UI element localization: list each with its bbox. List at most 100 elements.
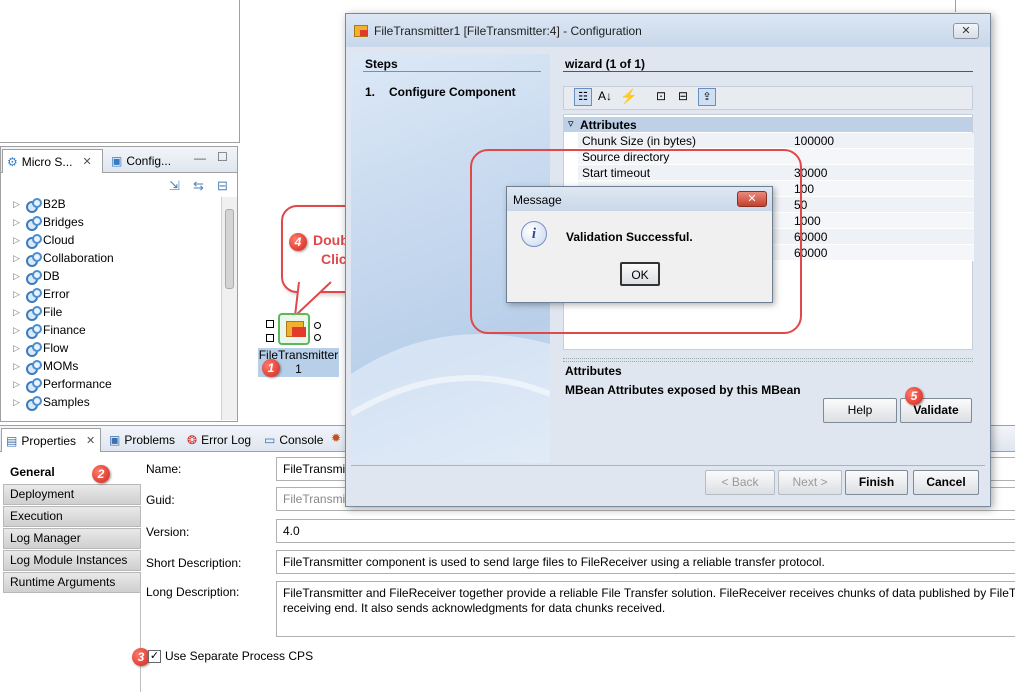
description-icon[interactable]: ⇪ [698, 88, 716, 106]
categorized-icon[interactable]: ☷ [574, 88, 592, 106]
tab-error-log[interactable]: ❂ Error Log [183, 428, 259, 452]
step-number: 1. [365, 85, 376, 99]
separate-process-checkbox[interactable]: ✓ [148, 650, 161, 663]
port-handle[interactable] [314, 322, 321, 329]
tree-scrollbar[interactable] [221, 197, 237, 420]
step-configure-component[interactable]: Configure Component [389, 85, 516, 99]
version-label: Version: [146, 525, 190, 539]
tab-problems[interactable]: ▣ Problems [105, 428, 181, 452]
micro-services-view: ⚙ Micro S... ✕ ▣ Config... — ☐ ⇲ ⇆ ⊟ ▷ B2… [0, 146, 238, 422]
tree-item[interactable]: ▷ Flow [13, 339, 68, 357]
step-badge-1: 1 [262, 359, 280, 377]
expand-arrow-icon[interactable]: ▷ [13, 199, 21, 210]
nav-runtime-arguments[interactable]: Runtime Arguments [3, 572, 141, 593]
tree-item[interactable]: ▷ Bridges [13, 213, 84, 231]
ok-button[interactable]: OK [620, 262, 660, 286]
version-field[interactable]: 4.0 [276, 519, 1015, 543]
nav-execution[interactable]: Execution [3, 506, 141, 527]
port-handle[interactable] [314, 334, 321, 341]
sort-az-icon[interactable]: A↓ [598, 89, 612, 103]
collapse-icon[interactable]: ⊟ [678, 89, 688, 103]
long-description-label: Long Description: [146, 585, 240, 599]
help-button[interactable]: Help [823, 398, 897, 423]
expand-arrow-icon[interactable]: ▷ [13, 289, 21, 300]
close-icon[interactable]: ✕ [82, 155, 91, 168]
component-icon [354, 24, 368, 37]
bug-icon[interactable]: ✹ [331, 431, 341, 445]
long-description-field[interactable]: FileTransmitter and FileReceiver togethe… [276, 581, 1015, 637]
gear-icon [25, 197, 42, 213]
micro-view-tabs: ⚙ Micro S... ✕ ▣ Config... — ☐ [1, 147, 237, 173]
nav-log-manager[interactable]: Log Manager [3, 528, 141, 549]
tree-item[interactable]: ▷ Samples [13, 393, 90, 411]
expand-arrow-icon[interactable]: ▷ [13, 361, 21, 372]
expand-icon[interactable]: ⊡ [656, 89, 666, 103]
tree-item[interactable]: ▷ Finance [13, 321, 86, 339]
tree-item[interactable]: ▷ Performance [13, 375, 112, 393]
tree-item[interactable]: ▷ Error [13, 285, 70, 303]
close-icon[interactable]: ✕ [86, 434, 95, 447]
message-text: Validation Successful. [566, 230, 693, 244]
expand-arrow-icon[interactable]: ▷ [13, 307, 21, 318]
tree-item[interactable]: ▷ Collaboration [13, 249, 114, 267]
gear-icon [25, 395, 42, 411]
dialog-titlebar: FileTransmitter1 [FileTransmitter:4] - C… [346, 14, 990, 47]
properties-icon: ▤ [6, 433, 18, 448]
gear-icon [25, 287, 42, 303]
port-handle[interactable] [266, 320, 274, 328]
tab-micro-services[interactable]: ⚙ Micro S... ✕ [2, 149, 103, 173]
tree-item[interactable]: ▷ Cloud [13, 231, 74, 249]
console-icon: ▭ [264, 433, 276, 447]
expand-arrow-icon[interactable]: ▷ [13, 379, 21, 390]
gear-icon [25, 377, 42, 393]
gear-icon [25, 215, 42, 231]
expand-arrow-icon[interactable]: ▷ [13, 343, 21, 354]
expand-arrow-icon[interactable]: ▷ [13, 397, 21, 408]
minimize-icon[interactable]: — [194, 151, 206, 165]
port-handle[interactable] [266, 334, 274, 342]
name-label: Name: [146, 462, 182, 476]
tree-item[interactable]: ▷ DB [13, 267, 60, 285]
tab-console[interactable]: ▭ Console [260, 428, 328, 452]
cancel-button[interactable]: Cancel [913, 470, 979, 495]
dialog-close-button[interactable]: ✕ [953, 23, 979, 39]
attribute-toolbar: ☷ A↓ ⚡ ⊡ ⊟ ⇪ [563, 86, 973, 110]
tree-item[interactable]: ▷ B2B [13, 195, 66, 213]
message-close-button[interactable]: ✕ [737, 191, 767, 207]
tree-item[interactable]: ▷ MOMs [13, 357, 78, 375]
expand-arrow-icon[interactable]: ▷ [13, 253, 21, 264]
collapse-toggle-icon[interactable]: ▿ [568, 117, 574, 130]
gear-icon [25, 341, 42, 357]
next-button[interactable]: Next > [778, 470, 842, 495]
nav-log-module-instances[interactable]: Log Module Instances [3, 550, 141, 571]
expand-arrow-icon[interactable]: ▷ [13, 325, 21, 336]
maximize-icon[interactable]: ☐ [217, 150, 228, 164]
attributes-group-row[interactable]: ▿ Attributes [564, 117, 972, 132]
tab-properties[interactable]: ▤ Properties ✕ [1, 428, 101, 452]
link-editor-icon[interactable]: ⇆ [193, 178, 204, 194]
gear-icon [25, 269, 42, 285]
step-badge-5: 5 [905, 387, 923, 405]
description-title: Attributes [565, 364, 622, 378]
expand-arrow-icon[interactable]: ▷ [13, 271, 21, 282]
file-transmitter-component[interactable] [278, 313, 310, 345]
tree-item[interactable]: ▷ File [13, 303, 62, 321]
back-button[interactable]: < Back [705, 470, 775, 495]
collapse-all-icon[interactable]: ⇲ [169, 178, 180, 194]
expand-arrow-icon[interactable]: ▷ [13, 217, 21, 228]
message-dialog: Message ✕ i Validation Successful. OK [506, 186, 773, 303]
nav-deployment[interactable]: Deployment [3, 484, 141, 505]
tab-configurations[interactable]: ▣ Config... [107, 149, 187, 173]
short-description-field[interactable]: FileTransmitter component is used to sen… [276, 550, 1015, 574]
message-titlebar: Message [507, 187, 772, 211]
steps-header: Steps [365, 57, 398, 71]
expand-arrow-icon[interactable]: ▷ [13, 235, 21, 246]
explorer-panel [0, 0, 240, 143]
nav-general[interactable]: General [3, 462, 141, 483]
attribute-row[interactable]: Chunk Size (in bytes) 100000 [578, 133, 974, 149]
step-badge-4: 4 [289, 233, 307, 251]
splitter[interactable] [563, 358, 973, 362]
lightning-icon[interactable]: ⚡ [620, 88, 637, 105]
finish-button[interactable]: Finish [845, 470, 908, 495]
view-menu-icon[interactable]: ⊟ [217, 178, 228, 194]
